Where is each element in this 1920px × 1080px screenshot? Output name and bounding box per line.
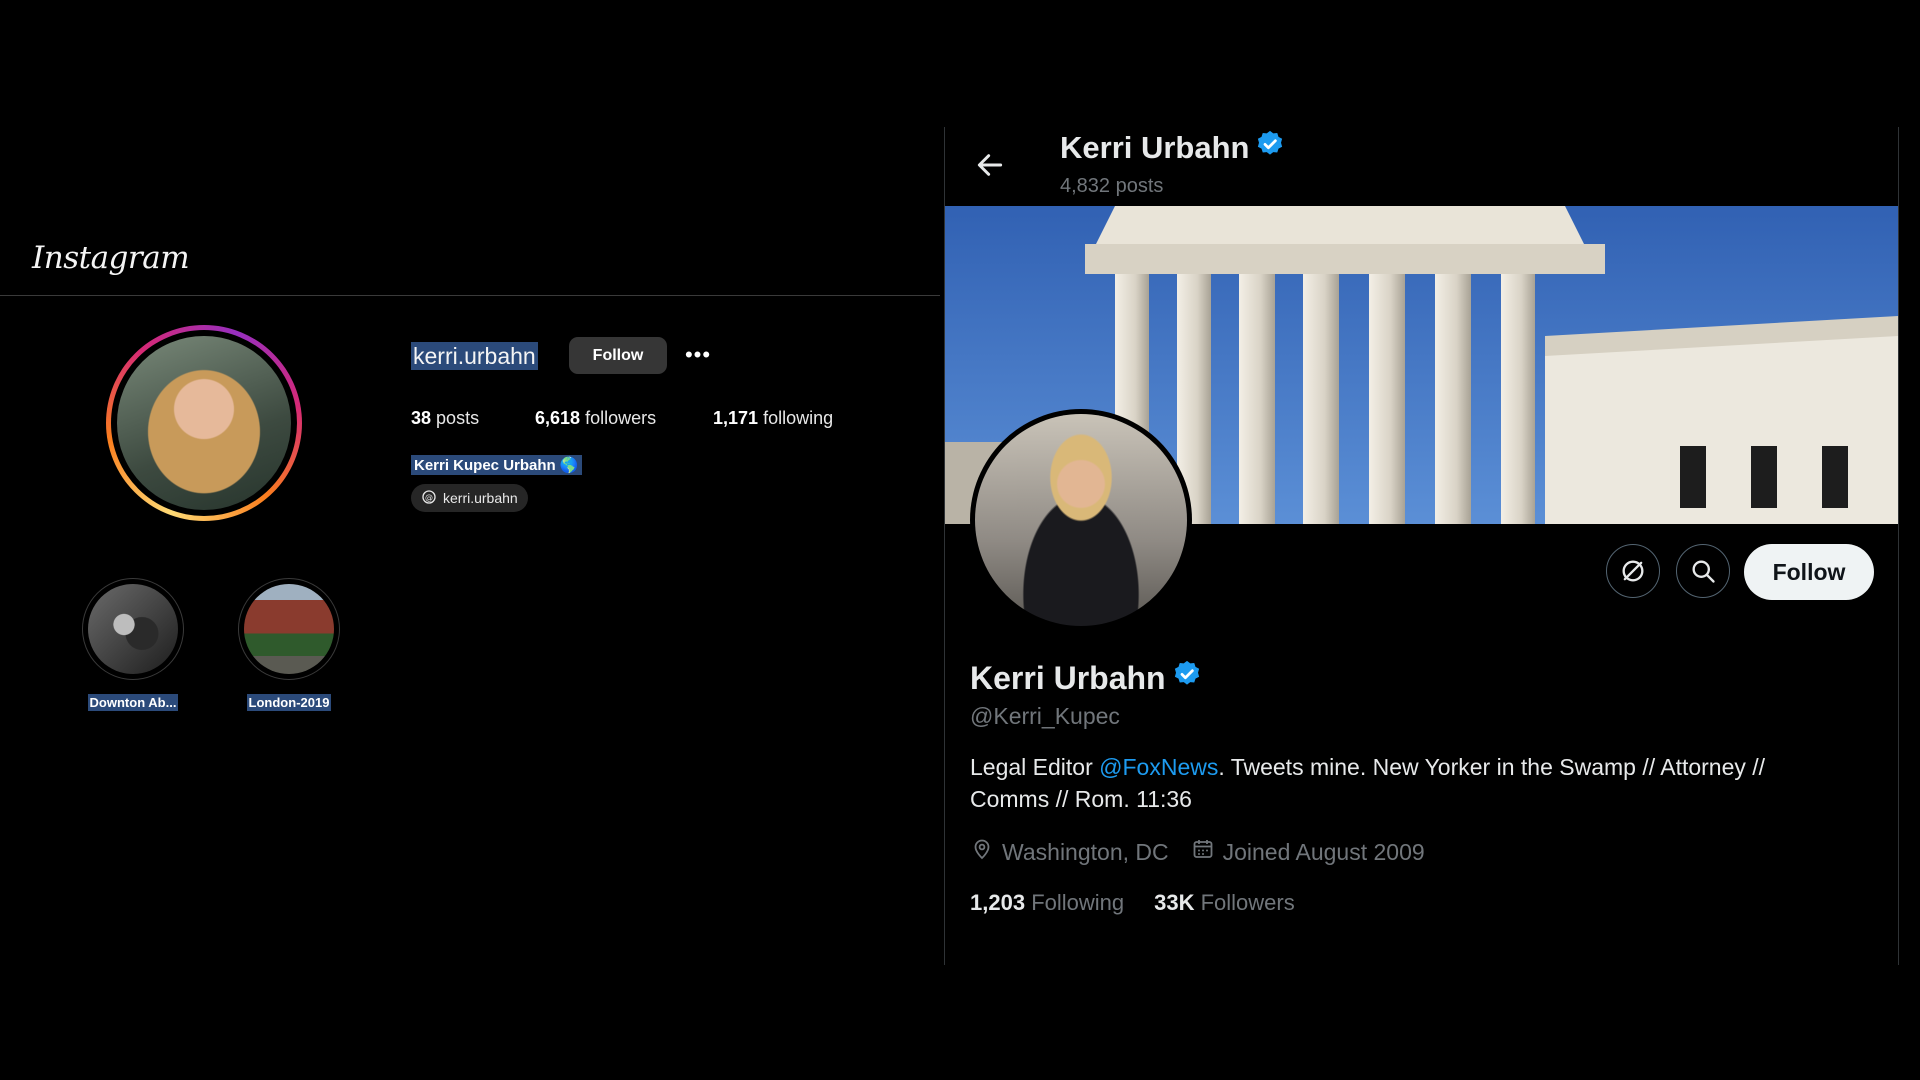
profile-meta: Washington, DC Joined August 2009 [970,837,1447,867]
bio-mention-link[interactable]: @FoxNews [1099,754,1218,780]
threads-handle: kerri.urbahn [443,490,518,506]
following-label: Following [1031,890,1125,915]
panel-border-right [1898,127,1899,965]
following-label: following [763,408,834,428]
calendar-icon [1191,837,1215,867]
x-profile-panel: Kerri Urbahn 4,832 posts Follow Kerri Ur… [944,127,1900,965]
back-arrow-icon[interactable] [974,149,1006,181]
followers-label: followers [585,408,657,428]
instagram-following-link[interactable]: 1,171 following [713,408,833,429]
followers-label: Followers [1200,890,1295,915]
following-number: 1,203 [970,890,1026,915]
following-number: 1,171 [713,408,759,428]
header-posts-count: 4,832 posts [1060,175,1164,197]
avatar-photo [975,414,1187,626]
location-text: Washington, DC [1002,838,1169,865]
joined-date-text: Joined August 2009 [1222,838,1425,865]
x-profile-avatar[interactable] [970,409,1192,631]
highlight-item[interactable]: London-2019 [238,578,340,712]
bio-text: Legal Editor [970,754,1100,780]
followers-number: 33K [1154,890,1195,915]
profile-bio: Legal Editor @FoxNews. Tweets mine. New … [970,751,1850,815]
instagram-username: kerri.urbahn [411,342,538,370]
instagram-header-divider [0,295,940,296]
svg-text:@: @ [425,493,433,502]
instagram-logo[interactable]: Instagram [32,240,190,276]
following-link[interactable]: 1,203 Following [970,890,1124,916]
profile-name-text: Kerri Urbahn [970,659,1166,696]
highlight-cover [244,584,334,674]
instagram-full-name: Kerri Kupec Urbahn 🌎 [411,455,582,475]
instagram-profile-avatar[interactable] [106,325,302,521]
profile-handle: @Kerri_Kupec [970,703,1120,729]
more-options-icon[interactable]: ••• [683,340,713,370]
header-name-text: Kerri Urbahn [1060,130,1250,165]
posts-label: posts [436,408,480,428]
search-icon[interactable] [1676,544,1730,598]
grok-icon[interactable] [1606,544,1660,598]
verified-badge-icon[interactable] [1255,129,1285,167]
posts-number: 38 [411,408,432,428]
threads-badge[interactable]: @ kerri.urbahn [411,484,528,512]
instagram-follow-button[interactable]: Follow [569,337,667,374]
header-profile-name: Kerri Urbahn [1060,129,1285,167]
x-follow-button[interactable]: Follow [1744,544,1874,600]
highlight-cover [88,584,178,674]
highlight-item[interactable]: Downton Ab... [82,578,184,712]
verified-badge-icon[interactable] [1172,659,1202,697]
profile-name: Kerri Urbahn [970,659,1202,697]
instagram-panel: Instagram kerri.urbahn Follow ••• 38 pos… [0,0,940,1080]
profile-counts: 1,203 Following 33K Followers [970,890,1325,916]
location-pin-icon [970,837,994,867]
followers-link[interactable]: 33K Followers [1154,890,1295,916]
highlight-label: Downton Ab... [87,694,179,711]
instagram-posts-count: 38 posts [411,408,479,429]
avatar-photo [117,336,291,510]
instagram-followers-link[interactable]: 6,618 followers [535,408,656,429]
threads-icon: @ [421,489,437,508]
followers-number: 6,618 [535,408,581,428]
highlight-label: London-2019 [246,694,332,711]
